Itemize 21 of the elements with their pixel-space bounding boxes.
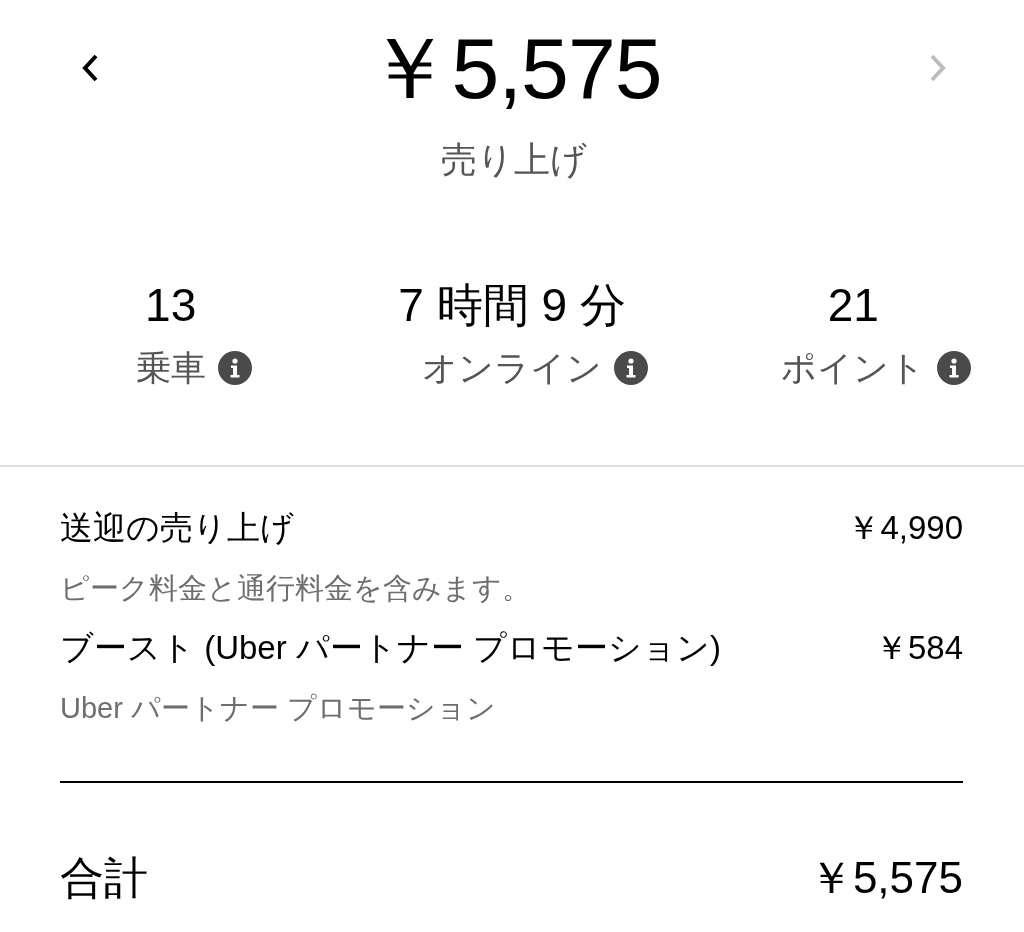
stat-label: ポイント — [781, 347, 926, 389]
stat-value: 13 — [145, 278, 197, 333]
line-item-title: ブースト (Uber パートナー プロモーション) — [60, 628, 721, 668]
line-item-title: 送迎の売り上げ — [60, 508, 294, 548]
line-item-note: ピーク料金と通行料金を含みます。 — [60, 571, 531, 606]
stat-label: 乗車 — [135, 347, 206, 389]
total-amount: ￥5,575 — [808, 852, 963, 904]
chevron-right-icon — [928, 54, 948, 82]
line-item-note: Uber パートナー プロモーション — [60, 691, 496, 726]
chevron-left-icon — [80, 54, 100, 82]
line-item-amount: ￥584 — [874, 628, 963, 668]
stat-value: 21 — [827, 278, 879, 333]
info-icon[interactable] — [217, 351, 252, 385]
total-label: 合計 — [60, 852, 148, 904]
earnings-label: 売り上げ — [441, 138, 587, 182]
stat-value: 7 時間 9 分 — [398, 278, 626, 333]
line-item-amount: ￥4,990 — [847, 508, 963, 548]
info-icon[interactable] — [937, 351, 972, 385]
earnings-amount: ￥5,575 — [366, 19, 662, 118]
stat-label: オンライン — [422, 347, 602, 389]
info-icon[interactable] — [614, 351, 648, 385]
